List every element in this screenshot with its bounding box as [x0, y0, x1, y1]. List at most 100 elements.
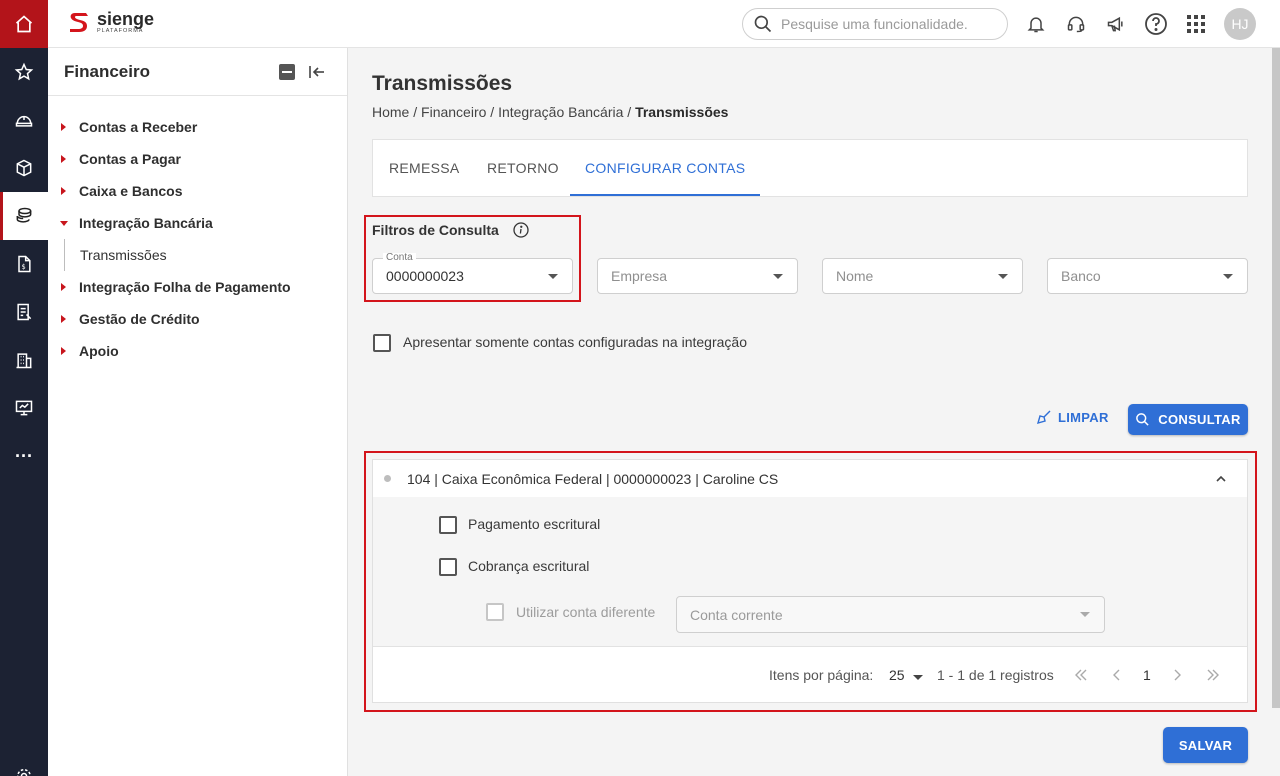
nome-select[interactable]: Nome — [822, 258, 1023, 294]
pagamento-escritural-checkbox[interactable] — [439, 516, 457, 534]
conta-corrente-select[interactable]: Conta corrente — [676, 596, 1105, 633]
rail-financeiro[interactable] — [0, 192, 48, 240]
document-icon: $ — [18, 255, 31, 273]
sidebar-header: Financeiro — [48, 48, 347, 96]
star-icon — [14, 62, 34, 81]
rail-contracts[interactable]: $ — [0, 240, 48, 288]
chevron-down-icon — [1223, 274, 1233, 279]
sidebar-item-gestao-credito[interactable]: Gestão de Crédito — [48, 303, 347, 335]
cobranca-escritural-label: Cobrança escritural — [468, 558, 590, 574]
filters-title: Filtros de Consulta — [372, 222, 529, 238]
global-search[interactable] — [742, 8, 1008, 40]
rail-engineering[interactable] — [0, 96, 48, 144]
tabs-bar: REMESSA RETORNO CONFIGURAR CONTAS — [372, 139, 1248, 197]
breadcrumb-separator: / — [486, 104, 499, 120]
building-icon — [16, 353, 32, 369]
avatar[interactable]: HJ — [1224, 8, 1256, 40]
search-icon — [754, 15, 772, 33]
conta-select[interactable]: Conta 0000000023 — [372, 253, 573, 294]
chevron-down-icon — [913, 675, 923, 680]
breadcrumb-integracao-bancaria[interactable]: Integração Bancária — [498, 104, 623, 120]
sidebar-item-transmissoes[interactable]: Transmissões — [48, 239, 347, 271]
sidebar-item-apoio[interactable]: Apoio — [48, 335, 347, 367]
chevron-up-icon[interactable] — [1215, 474, 1227, 484]
empresa-select[interactable]: Empresa — [597, 258, 798, 294]
first-page-icon[interactable] — [1073, 667, 1089, 683]
consultar-button[interactable]: CONSULTAR — [1128, 404, 1248, 435]
caret-right-icon — [61, 155, 66, 163]
apps-button[interactable] — [1184, 12, 1208, 36]
conta-label: Conta — [383, 253, 416, 263]
page-scrollbar[interactable] — [1272, 48, 1280, 708]
status-dot — [384, 475, 391, 482]
rail-favorites[interactable] — [0, 48, 48, 96]
only-configured-checkbox[interactable] — [373, 334, 391, 352]
app-rail: $ ··· — [0, 0, 48, 776]
rail-dashboard[interactable] — [0, 384, 48, 432]
account-panel: 104 | Caixa Econômica Federal | 00000000… — [372, 459, 1248, 703]
sidebar-item-caixa-bancos[interactable]: Caixa e Bancos — [48, 175, 347, 207]
rail-more[interactable]: ··· — [0, 432, 48, 480]
save-button[interactable]: SALVAR — [1163, 727, 1248, 763]
sidebar-item-integracao-folha[interactable]: Integração Folha de Pagamento — [48, 271, 347, 303]
more-icon: ··· — [15, 445, 33, 466]
chevron-down-icon — [1080, 612, 1090, 617]
caret-right-icon — [61, 283, 66, 291]
sidebar: Financeiro Contas a Receber Contas a Pag… — [48, 48, 348, 776]
rail-reports[interactable] — [0, 288, 48, 336]
sidebar-item-contas-receber[interactable]: Contas a Receber — [48, 111, 347, 143]
current-page[interactable]: 1 — [1143, 667, 1151, 683]
breadcrumb-separator: / — [623, 104, 636, 120]
prev-page-icon[interactable] — [1109, 667, 1125, 683]
monitor-icon — [15, 400, 33, 416]
caret-right-icon — [61, 187, 66, 195]
headset-icon — [1067, 16, 1085, 33]
cobranca-escritural-checkbox[interactable] — [439, 558, 457, 576]
notifications-button[interactable] — [1024, 12, 1048, 36]
search-icon — [1136, 413, 1149, 426]
rail-company[interactable] — [0, 336, 48, 384]
collapse-sidebar-icon[interactable] — [307, 62, 327, 82]
support-button[interactable] — [1064, 12, 1088, 36]
breadcrumb-home[interactable]: Home — [372, 104, 409, 120]
rail-settings[interactable] — [0, 752, 48, 776]
home-button[interactable] — [0, 0, 48, 48]
tab-retorno[interactable]: RETORNO — [487, 140, 559, 196]
items-per-page-select[interactable]: 25 — [889, 667, 905, 683]
help-icon — [1145, 13, 1167, 35]
coins-icon — [16, 207, 32, 223]
rail-supplies[interactable] — [0, 144, 48, 192]
pagination: Itens por página: 25 1 - 1 de 1 registro… — [373, 646, 1247, 702]
breadcrumb-financeiro[interactable]: Financeiro — [421, 104, 486, 120]
broom-icon — [1036, 410, 1051, 425]
last-page-icon[interactable] — [1205, 667, 1221, 683]
top-bar: sienge PLATAFORMA HJ — [48, 0, 1280, 48]
chevron-down-icon — [773, 274, 783, 279]
breadcrumb: Home / Financeiro / Integração Bancária … — [372, 104, 728, 120]
chevron-down-icon — [998, 274, 1008, 279]
collapse-all-icon[interactable] — [279, 64, 295, 80]
settings-icon — [17, 769, 31, 776]
help-button[interactable] — [1144, 12, 1168, 36]
megaphone-icon — [1107, 16, 1123, 32]
brand-sub: PLATAFORMA — [97, 27, 144, 34]
tab-configurar-contas[interactable]: CONFIGURAR CONTAS — [570, 140, 761, 196]
next-page-icon[interactable] — [1169, 667, 1185, 683]
sidebar-item-integracao-bancaria[interactable]: Integração Bancária — [48, 207, 347, 239]
breadcrumb-current: Transmissões — [635, 104, 729, 120]
account-header[interactable]: 104 | Caixa Econômica Federal | 00000000… — [373, 460, 1247, 497]
caret-down-icon — [60, 221, 68, 226]
use-other-account-label: Utilizar conta diferente — [516, 604, 656, 620]
list-icon — [17, 303, 32, 321]
clear-button[interactable]: LIMPAR — [1036, 409, 1109, 425]
info-icon[interactable] — [513, 222, 529, 238]
use-other-account-checkbox[interactable] — [486, 603, 504, 621]
banco-select[interactable]: Banco — [1047, 258, 1248, 294]
tab-remessa[interactable]: REMESSA — [389, 140, 460, 196]
sidebar-item-contas-pagar[interactable]: Contas a Pagar — [48, 143, 347, 175]
announcements-button[interactable] — [1104, 12, 1128, 36]
pagamento-escritural-label: Pagamento escritural — [468, 516, 601, 532]
search-input[interactable] — [781, 16, 991, 32]
svg-text:$: $ — [22, 263, 26, 271]
sienge-logo[interactable]: sienge PLATAFORMA — [66, 9, 154, 35]
